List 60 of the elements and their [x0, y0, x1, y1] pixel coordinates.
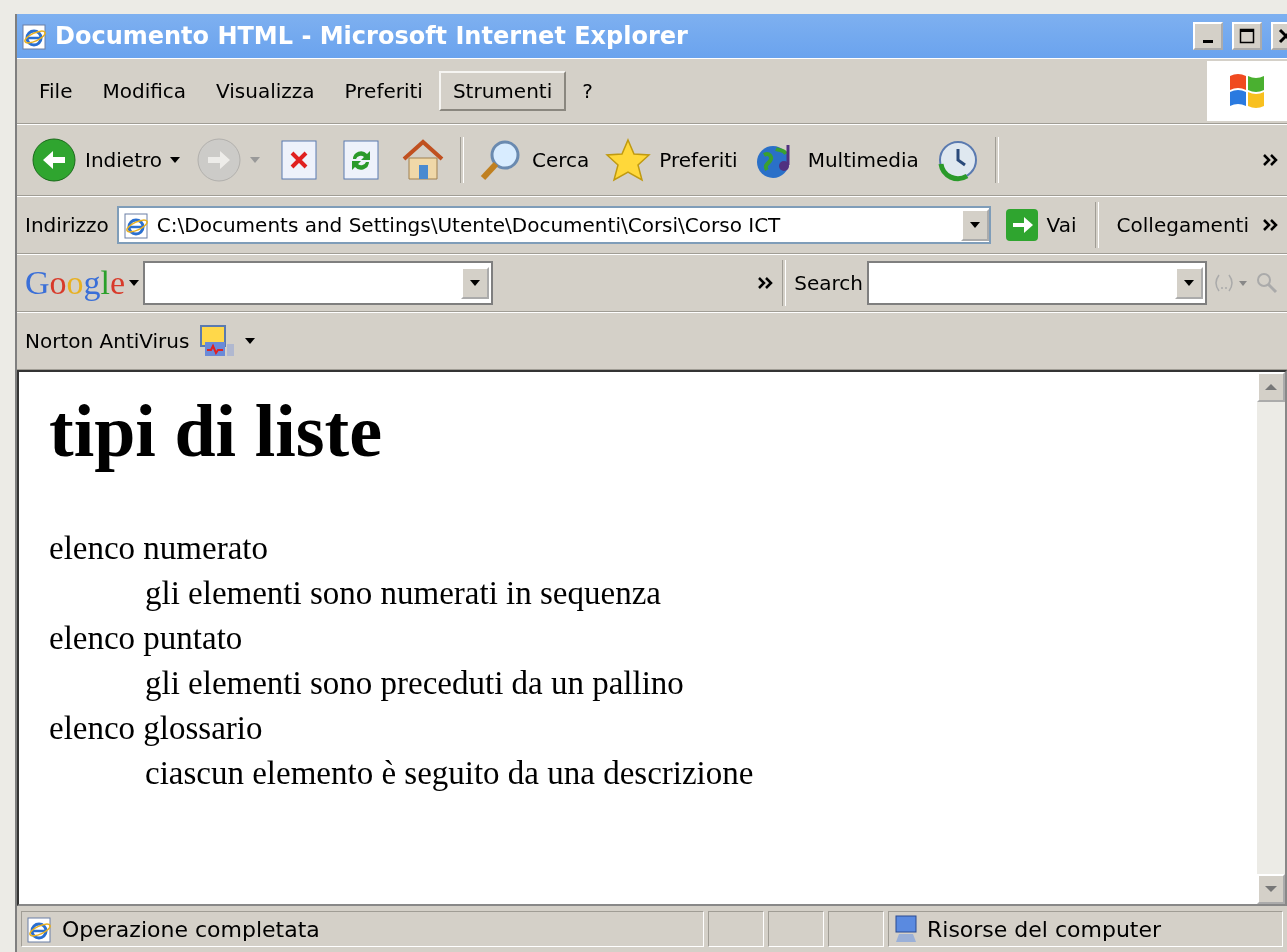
dropdown-button[interactable]: [1175, 267, 1203, 299]
caret-icon[interactable]: [1184, 280, 1194, 286]
address-label: Indirizzo: [25, 213, 109, 237]
norton-label: Norton AntiVirus: [25, 329, 190, 353]
list-description: gli elementi sono preceduti da un pallino: [145, 664, 685, 703]
page-icon: [26, 915, 54, 943]
menu-item[interactable]: File: [25, 71, 87, 111]
maximize-button[interactable]: [1232, 22, 1262, 50]
menu-item[interactable]: Modifica: [88, 71, 201, 111]
status-pane: [768, 911, 824, 947]
list-description: ciascun elemento è seguito da una descrizione: [145, 754, 755, 793]
scroll-up-button[interactable]: [1257, 372, 1285, 402]
search-label: Search: [794, 271, 863, 295]
minimize-icon: [1203, 39, 1213, 43]
back-button[interactable]: Indietro: [25, 133, 186, 187]
favorites-button[interactable]: Preferiti: [599, 133, 744, 187]
minimize-button[interactable]: [1193, 22, 1223, 50]
caret-icon[interactable]: [170, 157, 180, 163]
home-icon: [400, 137, 446, 183]
chevron-icon[interactable]: [1263, 219, 1279, 231]
search-button[interactable]: Cerca: [472, 133, 596, 187]
zone-text: Risorse del computer: [927, 916, 1162, 942]
caret-icon[interactable]: [470, 280, 481, 286]
dropdown-button[interactable]: [960, 209, 989, 241]
status-pane: [828, 911, 884, 947]
computer-icon: [893, 914, 919, 944]
scroll-down-button[interactable]: [1257, 874, 1285, 904]
menu-item[interactable]: Visualizza: [202, 71, 329, 111]
browser-icon: [21, 22, 49, 50]
caret-icon[interactable]: [245, 338, 256, 344]
chevron-icon[interactable]: [1263, 154, 1279, 166]
window-title: Documento HTML - Microsoft Internet Explorer: [55, 22, 689, 50]
go-button[interactable]: Vai: [998, 204, 1083, 246]
address-field[interactable]: C:\Documents and Settings\Utente\Documenti\Corsi\Corso ICT: [116, 206, 991, 244]
google-logo: Google: [25, 264, 126, 302]
page-icon: [122, 211, 151, 239]
search-field[interactable]: [867, 261, 1207, 305]
maximize-icon: [1239, 28, 1255, 44]
scrollbar[interactable]: [1257, 372, 1285, 904]
list-description: gli elementi sono numerati in sequenza: [145, 574, 662, 613]
caret-icon[interactable]: [129, 280, 140, 286]
list-term: elenco puntato: [49, 619, 244, 658]
windows-logo-icon: [1207, 61, 1287, 121]
google-search-field[interactable]: [143, 261, 494, 305]
caret-icon[interactable]: [969, 222, 980, 228]
menu-item[interactable]: Preferiti: [330, 71, 437, 111]
up-arrow-icon: [1265, 383, 1277, 391]
star-icon: [605, 137, 652, 183]
status-pane: [708, 911, 764, 947]
chevron-icon[interactable]: [758, 277, 775, 289]
links-button[interactable]: Collegamenti: [1110, 209, 1255, 241]
status-text: Operazione completata: [62, 916, 320, 942]
list-term: elenco numerato: [49, 529, 269, 568]
menu-item[interactable]: ?: [568, 71, 607, 111]
list-term: elenco glossario: [49, 709, 264, 748]
shield-monitor-icon[interactable]: [199, 324, 236, 358]
down-arrow-icon: [1265, 885, 1277, 893]
dropdown-button[interactable]: [461, 267, 490, 299]
media-button[interactable]: Multimedia: [747, 133, 925, 187]
menu-item[interactable]: Strumenti: [438, 71, 567, 111]
